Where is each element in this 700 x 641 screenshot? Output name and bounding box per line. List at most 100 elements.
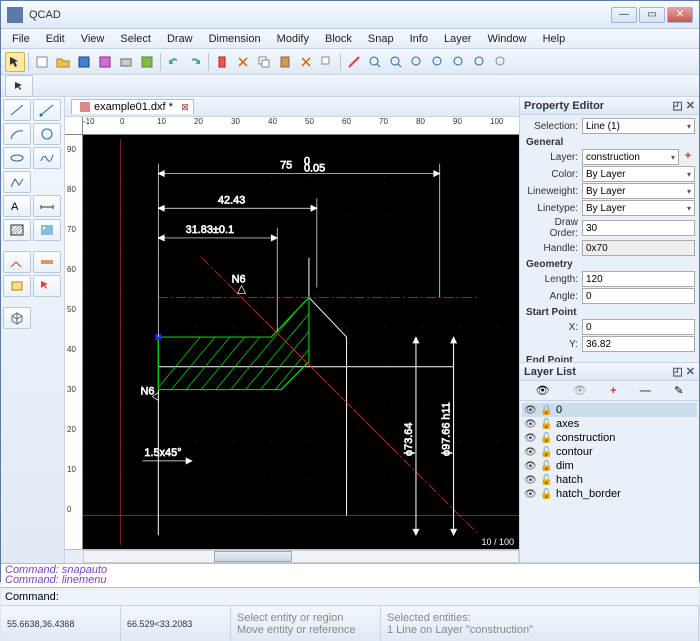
select-tool[interactable] [33,275,61,297]
menu-dimension[interactable]: Dimension [202,31,268,47]
3d-tool[interactable] [3,307,31,329]
line-tool[interactable] [3,99,31,121]
layer-row[interactable]: 👁🔓construction [522,431,697,445]
eye-icon[interactable]: 👁 [524,475,536,486]
lock-icon[interactable]: 🔓 [540,433,552,444]
undo-button[interactable] [164,52,184,72]
tab-close-icon[interactable]: ⊠ [181,102,189,113]
hatch-tool[interactable] [3,219,31,241]
drawing-canvas[interactable]: 75 00.05 42.43 31.83±0.1 N6 N6 [83,135,519,549]
pan-button[interactable] [491,52,511,72]
hide-all-icon[interactable]: 👁 [573,384,587,397]
zoom-in-button[interactable] [365,52,385,72]
menu-layer[interactable]: Layer [437,31,479,47]
close-panel-icon[interactable]: ✕ [686,365,695,378]
paste-button[interactable] [275,52,295,72]
image-tool[interactable] [33,219,61,241]
cut-button[interactable] [233,52,253,72]
spline-tool[interactable] [33,147,61,169]
zoom-out-button[interactable] [386,52,406,72]
lineweight-combo[interactable]: By Layer [582,183,695,199]
polyline-tool[interactable] [3,171,31,193]
layer-row[interactable]: 👁🔓axes [522,417,697,431]
eye-icon[interactable]: 👁 [524,405,536,416]
layer-row[interactable]: 👁🔓hatch [522,473,697,487]
doc-tab[interactable]: example01.dxf * ⊠ [71,99,194,114]
arc-tool[interactable] [3,123,31,145]
line2-tool[interactable] [33,99,61,121]
show-all-icon[interactable]: 👁 [536,384,550,397]
command-input[interactable] [59,591,695,602]
property-editor-header[interactable]: Property Editor ◰✕ [520,97,699,115]
angle-field[interactable]: 0 [582,288,695,304]
start-y-field[interactable]: 36.82 [582,336,695,352]
menu-select[interactable]: Select [113,31,158,47]
open-button[interactable] [53,52,73,72]
add-layer-button[interactable]: + [610,385,616,397]
zoom-sel-button[interactable] [428,52,448,72]
dimension-tool[interactable] [33,195,61,217]
eye-icon[interactable]: 👁 [524,489,536,500]
layer-combo[interactable]: construction [582,149,679,165]
eye-icon[interactable]: 👁 [524,433,536,444]
menu-help[interactable]: Help [536,31,573,47]
lock-icon[interactable]: 🔓 [540,447,552,458]
lock-icon[interactable]: 🔒 [540,405,552,416]
menu-edit[interactable]: Edit [39,31,72,47]
lock-icon[interactable]: 🔓 [540,419,552,430]
measure-tool[interactable] [33,251,61,273]
remove-layer-button[interactable]: — [640,385,651,397]
copy-button[interactable] [254,52,274,72]
close-panel-icon[interactable]: ✕ [686,99,695,112]
zoom-auto-button[interactable] [407,52,427,72]
pointer-subtool[interactable] [5,75,33,97]
circle-tool[interactable] [33,123,61,145]
length-field[interactable]: 120 [582,271,695,287]
maximize-button[interactable]: ▭ [639,7,665,23]
linetype-combo[interactable]: By Layer [582,200,695,216]
cut-ref-button[interactable] [296,52,316,72]
scrollbar-h[interactable] [65,549,519,563]
lock-icon[interactable]: 🔓 [540,489,552,500]
redo-button[interactable] [185,52,205,72]
menu-draw[interactable]: Draw [160,31,200,47]
eye-icon[interactable]: 👁 [524,461,536,472]
pointer-tool[interactable] [5,52,25,72]
close-button[interactable]: ✕ [667,7,693,23]
modify-tool[interactable] [3,251,31,273]
add-layer-icon[interactable]: + [681,150,695,164]
start-x-field[interactable]: 0 [582,319,695,335]
layer-row[interactable]: 👁🔓dim [522,459,697,473]
layer-row[interactable]: 👁🔓contour [522,445,697,459]
layer-row[interactable]: 👁🔒0 [522,403,697,417]
menu-window[interactable]: Window [480,31,533,47]
preview-button[interactable] [137,52,157,72]
new-button[interactable] [32,52,52,72]
undock-icon[interactable]: ◰ [672,99,682,112]
save-button[interactable] [74,52,94,72]
menu-modify[interactable]: Modify [270,31,316,47]
minimize-button[interactable]: — [611,7,637,23]
draft-mode-button[interactable] [344,52,364,72]
layer-list-header[interactable]: Layer List ◰✕ [520,363,699,381]
undock-icon[interactable]: ◰ [672,365,682,378]
zoom-window-button[interactable] [470,52,490,72]
print-button[interactable] [116,52,136,72]
eye-icon[interactable]: 👁 [524,447,536,458]
edit-layer-button[interactable]: ✎ [674,384,683,397]
delete-button[interactable] [212,52,232,72]
menu-snap[interactable]: Snap [361,31,401,47]
ellipse-tool[interactable] [3,147,31,169]
lock-icon[interactable]: 🔓 [540,475,552,486]
menu-info[interactable]: Info [403,31,435,47]
zoom-prev-button[interactable] [449,52,469,72]
menu-view[interactable]: View [74,31,112,47]
color-combo[interactable]: By Layer [582,166,695,182]
selection-combo[interactable]: Line (1) [582,118,695,134]
eye-icon[interactable]: 👁 [524,419,536,430]
layer-row[interactable]: 👁🔓hatch_border [522,487,697,501]
text-tool[interactable]: A [3,195,31,217]
menu-block[interactable]: Block [318,31,359,47]
draworder-field[interactable]: 30 [582,220,695,236]
block-tool[interactable] [3,275,31,297]
